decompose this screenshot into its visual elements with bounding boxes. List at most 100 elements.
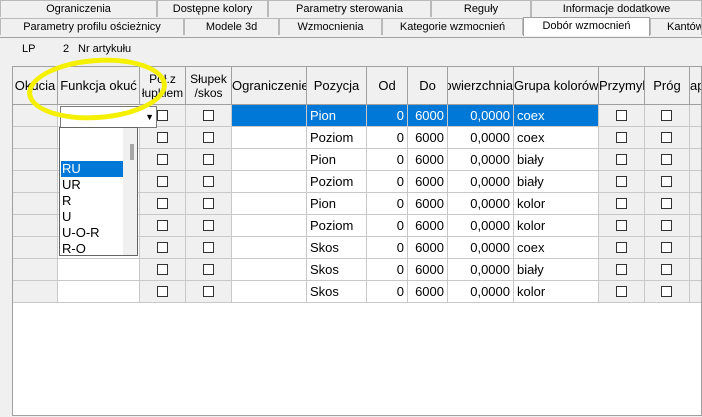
cell-prog[interactable] [645,105,690,127]
table-row[interactable]: Skos 0 6000 0,0000 kolor [13,281,701,303]
cell-do[interactable]: 6000 [408,215,448,237]
cell-od[interactable]: 0 [367,193,408,215]
checkbox[interactable] [615,154,627,165]
checkbox[interactable] [202,198,214,209]
cell-funkcja[interactable] [58,259,140,281]
tab-kategorie-wzmocnien[interactable]: Kategorie wzmocnień [382,18,523,35]
checkbox[interactable] [156,264,168,275]
chevron-down-icon[interactable]: ▼ [145,112,154,122]
cell-ograniczenie[interactable] [232,105,307,127]
cell-prog[interactable] [645,215,690,237]
checkbox[interactable] [615,132,627,143]
cell-powierzchnia[interactable]: 0,0000 [448,105,514,127]
cell-do[interactable]: 6000 [408,149,448,171]
cell-od[interactable]: 0 [367,259,408,281]
checkbox[interactable] [202,132,214,143]
cell-ap[interactable] [690,193,701,215]
cell-ap[interactable] [690,259,701,281]
cell-okucia[interactable] [13,215,58,237]
cell-przymyk[interactable] [599,281,645,303]
cell-powierzchnia[interactable]: 0,0000 [448,281,514,303]
cell-przymyk[interactable] [599,171,645,193]
cell-ap[interactable] [690,127,701,149]
cell-powierzchnia[interactable]: 0,0000 [448,237,514,259]
checkbox[interactable] [661,198,672,209]
cell-pozycja[interactable]: Skos [307,259,367,281]
cell-przymyk[interactable] [599,259,645,281]
cell-pol[interactable] [140,237,186,259]
cell-ograniczenie[interactable] [232,237,307,259]
cell-pozycja[interactable]: Poziom [307,215,367,237]
dropdown-option-u-o-r[interactable]: U-O-R [61,225,123,241]
cell-do[interactable]: 6000 [408,171,448,193]
cell-slupek[interactable] [186,281,232,303]
cell-od[interactable]: 0 [367,127,408,149]
dropdown-option-u[interactable]: U [61,209,123,225]
cell-pol[interactable] [140,215,186,237]
dropdown-scrollbar[interactable] [123,128,137,255]
cell-pozycja[interactable]: Skos [307,237,367,259]
checkbox[interactable] [156,220,168,231]
checkbox[interactable] [202,110,214,121]
cell-ograniczenie[interactable] [232,127,307,149]
cell-powierzchnia[interactable]: 0,0000 [448,127,514,149]
cell-okucia[interactable] [13,171,58,193]
cell-ograniczenie[interactable] [232,193,307,215]
cell-grupa[interactable]: kolor [514,215,599,237]
cell-pozycja[interactable]: Pion [307,193,367,215]
cell-od[interactable]: 0 [367,281,408,303]
cell-okucia[interactable] [13,281,58,303]
checkbox[interactable] [661,286,672,297]
cell-ap[interactable] [690,215,701,237]
cell-pol[interactable] [140,149,186,171]
col-header-do[interactable]: Do [408,67,448,105]
cell-slupek[interactable] [186,215,232,237]
col-header-ograniczenie[interactable]: Ograniczenie [232,67,307,105]
cell-do[interactable]: 6000 [408,193,448,215]
cell-ograniczenie[interactable] [232,171,307,193]
checkbox[interactable] [156,132,168,143]
checkbox[interactable] [615,110,627,121]
cell-slupek[interactable] [186,171,232,193]
cell-funkcja[interactable] [58,281,140,303]
cell-grupa[interactable]: coex [514,237,599,259]
col-header-powierzchnia[interactable]: Powierzchnia [448,67,514,105]
cell-od[interactable]: 0 [367,105,408,127]
checkbox[interactable] [202,176,214,187]
cell-prog[interactable] [645,193,690,215]
checkbox[interactable] [661,176,672,187]
cell-okucia[interactable] [13,259,58,281]
cell-przymyk[interactable] [599,193,645,215]
tab-parametry-sterowania[interactable]: Parametry sterowania [268,0,431,17]
cell-slupek[interactable] [186,193,232,215]
checkbox[interactable] [661,220,672,231]
cell-od[interactable]: 0 [367,149,408,171]
tab-reguly[interactable]: Reguły [431,0,531,17]
cell-prog[interactable] [645,149,690,171]
checkbox[interactable] [156,110,168,121]
tab-ograniczenia[interactable]: Ograniczenia [0,0,157,17]
col-header-pozycja[interactable]: Pozycja [307,67,367,105]
cell-pol[interactable] [140,259,186,281]
col-header-slupek-skos[interactable]: Słupek /skos [186,67,232,105]
cell-do[interactable]: 6000 [408,105,448,127]
cell-przymyk[interactable] [599,237,645,259]
checkbox[interactable] [156,242,168,253]
cell-ap[interactable] [690,237,701,259]
checkbox[interactable] [615,198,627,209]
checkbox[interactable] [202,242,214,253]
cell-prog[interactable] [645,127,690,149]
cell-przymyk[interactable] [599,215,645,237]
cell-grupa[interactable]: coex [514,105,599,127]
checkbox[interactable] [615,264,627,275]
checkbox[interactable] [615,220,627,231]
col-header-grupa-kolorow[interactable]: Grupa kolorów [514,67,599,105]
checkbox[interactable] [156,286,168,297]
cell-grupa[interactable]: kolor [514,193,599,215]
checkbox[interactable] [661,264,672,275]
cell-prog[interactable] [645,171,690,193]
cell-prog[interactable] [645,237,690,259]
checkbox[interactable] [156,154,168,165]
checkbox[interactable] [661,242,672,253]
table-row[interactable]: Skos 0 6000 0,0000 biały [13,259,701,281]
